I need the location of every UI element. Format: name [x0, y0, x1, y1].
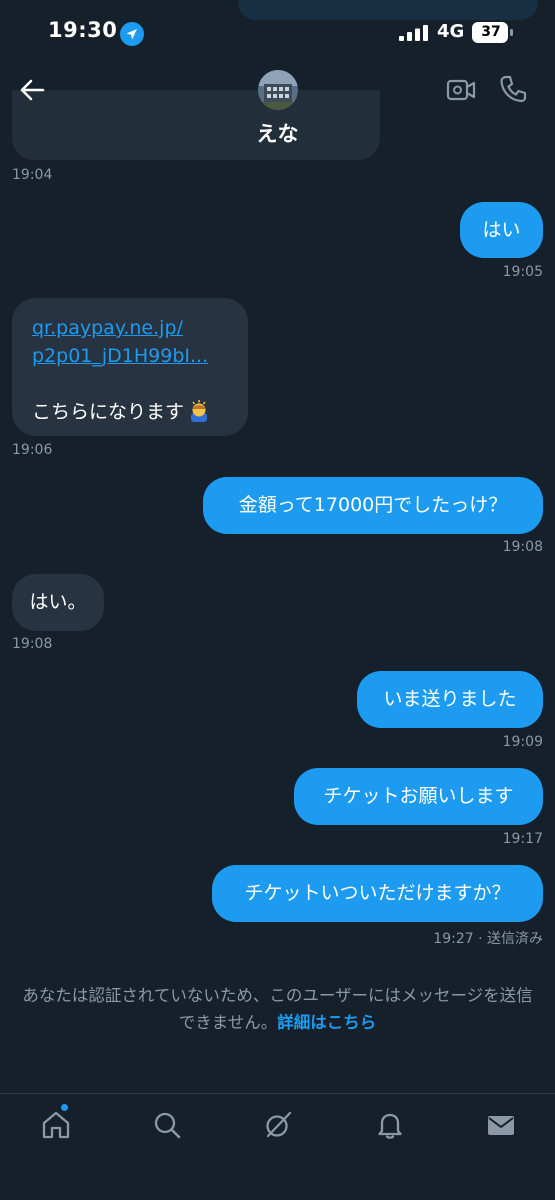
message-timestamp: 19:17 — [502, 831, 543, 847]
message-timestamp: 19:05 — [502, 264, 543, 280]
message-timestamp: 19:06 — [12, 442, 53, 458]
bowing-person-emoji — [191, 400, 208, 422]
message-timestamp: 19:08 — [12, 636, 53, 652]
message-text: はい。 — [29, 591, 87, 613]
message-bubble-outgoing[interactable]: いま送りました — [357, 671, 543, 728]
status-time: 19:30 — [48, 18, 118, 42]
learn-more-link[interactable]: 詳細はこちら — [277, 1013, 376, 1032]
message-text: チケットお願いします — [323, 785, 514, 807]
home-icon[interactable] — [41, 1110, 71, 1140]
scrolled-message-bubble — [238, 0, 538, 20]
message-text: チケットいついただけますか？ — [244, 882, 511, 904]
message-text: 金額って17000円でしたっけ？ — [238, 494, 508, 516]
grok-icon[interactable] — [263, 1110, 293, 1140]
message-text: はい — [482, 219, 521, 241]
conversation-header: えな — [0, 62, 555, 154]
paypay-link[interactable]: p2p01_jD1H99bI... — [32, 342, 228, 370]
message-timestamp: 19:04 — [12, 167, 53, 183]
message-timestamp-sent: 19:27 · 送信済み — [433, 931, 543, 947]
message-bubble-incoming[interactable]: qr.paypay.ne.jp/ p2p01_jD1H99bI... こちらにな… — [12, 298, 248, 436]
avatar[interactable] — [258, 70, 298, 110]
bell-icon[interactable] — [375, 1110, 405, 1140]
notification-dot — [61, 1104, 68, 1111]
message-bubble-outgoing[interactable]: はい — [460, 202, 543, 258]
message-text: こちらになります — [32, 401, 185, 423]
message-bubble-incoming[interactable]: はい。 — [12, 574, 104, 631]
network-type: 4G — [437, 21, 465, 42]
message-bubble-outgoing[interactable]: チケットお願いします — [294, 768, 543, 825]
cannot-message-notice: あなたは認証されていないため、このユーザーにはメッセージを送信できません。詳細は… — [16, 982, 539, 1036]
bottom-nav-bar — [0, 1093, 555, 1200]
contact-name[interactable]: えな — [0, 118, 555, 148]
cellular-signal-icon — [399, 25, 428, 41]
video-call-icon[interactable] — [446, 76, 476, 104]
message-text: いま送りました — [383, 688, 517, 710]
paypay-link[interactable]: qr.paypay.ne.jp/ — [32, 314, 228, 342]
message-bubble-outgoing[interactable]: 金額って17000円でしたっけ？ — [203, 477, 543, 534]
mail-icon[interactable] — [486, 1110, 516, 1140]
location-arrow-icon — [120, 22, 144, 46]
message-timestamp: 19:09 — [502, 734, 543, 750]
back-arrow-icon[interactable] — [16, 74, 48, 106]
phone-call-icon[interactable] — [498, 74, 528, 104]
message-bubble-outgoing[interactable]: チケットいついただけますか？ — [212, 865, 543, 922]
search-icon[interactable] — [152, 1110, 182, 1140]
battery-level: 37 — [481, 24, 501, 40]
message-timestamp: 19:08 — [502, 539, 543, 555]
message-text-line: こちらになります — [32, 398, 228, 426]
